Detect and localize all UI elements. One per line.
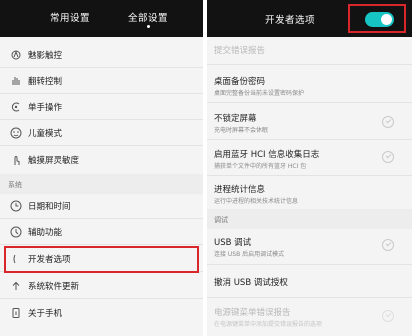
power-menu-bug-report-summary: 在电源键菜单中添加提交错误报告的选项 xyxy=(214,321,323,328)
divider xyxy=(0,244,203,245)
divider xyxy=(207,175,412,176)
bluetooth-hci-log-summary: 捕获单个文件中的所有蓝牙 HCI 包 xyxy=(214,163,307,170)
accessibility-icon xyxy=(10,226,22,238)
settings-item-ghost-touch[interactable]: 魅影触控 xyxy=(0,44,203,66)
settings-item-label: 辅助功能 xyxy=(28,228,63,238)
settings-item-label: 系统软件更新 xyxy=(28,282,80,292)
divider xyxy=(0,67,203,68)
settings-item-accessibility[interactable]: 辅助功能 xyxy=(0,221,203,243)
settings-item-label: 触摸屏灵敏度 xyxy=(28,156,80,166)
divider xyxy=(0,298,203,299)
settings-item-label: 日期和时间 xyxy=(28,202,71,212)
all-settings-pane: 常用设置 全部设置 魅影触控 翻转控制 单手操作 儿童模式 触摸屏灵敏度 系统 … xyxy=(0,0,203,336)
process-stats-title[interactable]: 进程统计信息 xyxy=(214,183,265,195)
touch-icon xyxy=(11,50,21,60)
divider xyxy=(207,64,412,65)
settings-item-child-mode[interactable]: 儿童模式 xyxy=(0,122,203,144)
divider xyxy=(0,119,203,120)
divider xyxy=(207,139,412,140)
highlight-box-toggle xyxy=(348,4,406,33)
stay-awake-title[interactable]: 不锁定屏幕 xyxy=(214,112,257,124)
bluetooth-hci-log-title[interactable]: 启用蓝牙 HCI 信息收集日志 xyxy=(214,148,319,160)
bluetooth-hci-log-checkbox[interactable] xyxy=(382,151,394,163)
settings-item-date-time[interactable]: 日期和时间 xyxy=(0,195,203,217)
gesture-icon xyxy=(12,77,20,85)
section-header-system xyxy=(0,174,203,194)
usb-debugging-checkbox[interactable] xyxy=(382,239,394,251)
section-header-debugging xyxy=(207,209,412,229)
settings-item-touch-sensitivity[interactable]: 触摸屏灵敏度 xyxy=(0,149,203,171)
stay-awake-checkbox[interactable] xyxy=(382,116,394,128)
bug-report-title[interactable]: 提交错误报告 xyxy=(214,44,265,56)
clock-icon xyxy=(10,200,22,212)
backup-password-title[interactable]: 桌面备份密码 xyxy=(214,75,265,87)
settings-item-software-update[interactable]: 系统软件更新 xyxy=(0,275,203,297)
usb-debugging-summary: 连接 USB 后启用调试模式 xyxy=(214,251,285,258)
usb-debugging-title[interactable]: USB 调试 xyxy=(214,236,251,248)
settings-item-label: 单手操作 xyxy=(28,103,63,113)
revoke-usb-auth-title[interactable]: 撤消 USB 调试授权 xyxy=(214,276,288,288)
divider xyxy=(207,264,412,265)
power-menu-bug-report-checkbox[interactable] xyxy=(382,310,394,322)
process-stats-summary: 运行中进程的相关技术统计信息 xyxy=(214,198,299,205)
settings-item-label: 魅影触控 xyxy=(28,51,63,61)
section-label: 调试 xyxy=(214,216,228,224)
divider xyxy=(0,218,203,219)
page-title: 开发者选项 xyxy=(265,15,316,26)
divider xyxy=(0,93,203,94)
touch-sensitivity-icon xyxy=(14,155,20,165)
settings-tab-bar: 常用设置 全部设置 xyxy=(0,0,203,37)
settings-item-label: 儿童模式 xyxy=(28,129,63,139)
settings-item-flip-control[interactable]: 翻转控制 xyxy=(0,70,203,92)
settings-item-label: 翻转控制 xyxy=(28,77,63,87)
child-mode-icon xyxy=(10,127,22,139)
stay-awake-summary: 充电时屏幕不会休眠 xyxy=(214,127,269,134)
backup-password-summary: 桌面完整备份当前未设置密码保护 xyxy=(214,90,305,97)
developer-options-pane: 开发者选项 提交错误报告 桌面备份密码 桌面完整备份当前未设置密码保护 不锁定屏… xyxy=(207,0,412,336)
settings-item-about-phone[interactable]: 关于手机 xyxy=(0,302,203,324)
settings-item-label: 关于手机 xyxy=(28,309,63,319)
tab-all-settings[interactable]: 全部设置 xyxy=(128,10,168,28)
divider xyxy=(207,102,412,103)
one-hand-icon xyxy=(11,102,20,112)
info-icon xyxy=(12,308,20,318)
power-menu-bug-report-title[interactable]: 电源键菜单错误报告 xyxy=(214,306,291,318)
arrow-up-icon xyxy=(12,281,20,290)
divider xyxy=(207,297,412,298)
tab-common-settings[interactable]: 常用设置 xyxy=(50,10,90,24)
section-label: 系统 xyxy=(8,181,22,189)
settings-item-one-hand[interactable]: 单手操作 xyxy=(0,96,203,118)
divider xyxy=(0,145,203,146)
highlight-box-developer-options xyxy=(4,246,199,273)
